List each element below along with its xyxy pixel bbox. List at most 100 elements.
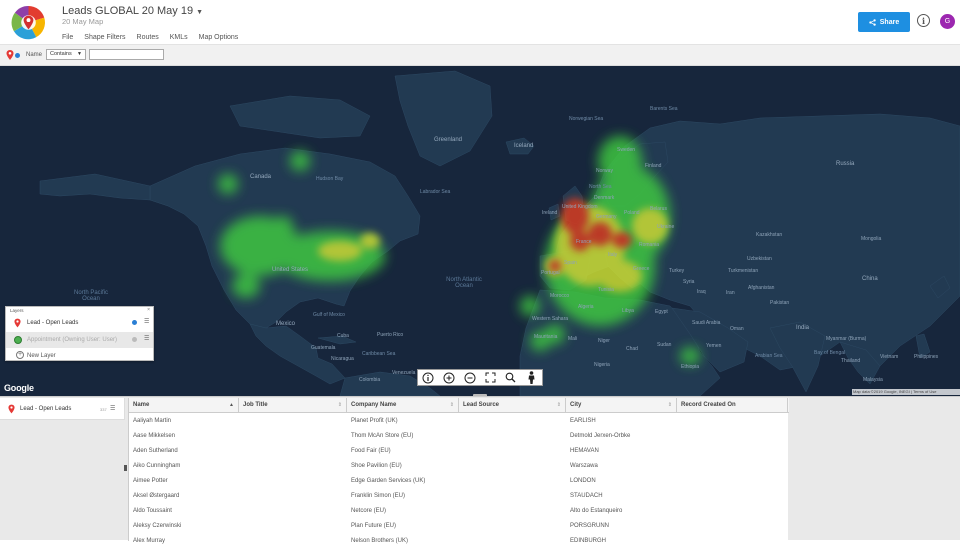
fullscreen-icon[interactable]: [484, 371, 497, 384]
table-row[interactable]: Aase Mikkelsen Thom McAn Store (EU) Detmol…: [129, 429, 789, 444]
map-label-venezuela: Venezuela: [392, 370, 416, 376]
sort-icon[interactable]: ⇕: [450, 398, 454, 413]
map-label-algeria: Algeria: [578, 304, 594, 310]
map-pin-icon[interactable]: [6, 50, 14, 60]
cell-lead-source: [459, 489, 566, 504]
column-header-city[interactable]: City ⇕: [566, 398, 677, 413]
map-label-greenland: Greenland: [434, 137, 463, 143]
cell-lead-source: [459, 414, 566, 429]
new-layer-button[interactable]: + New Layer: [6, 348, 153, 364]
column-header-job-title[interactable]: Job Title ⇕: [239, 398, 347, 413]
table-row[interactable]: Aleksy Czerwinski Plan Future (EU) PORSGRU…: [129, 519, 789, 534]
map-label-norway: Norway: [596, 168, 613, 174]
filter-value-input[interactable]: [89, 49, 164, 60]
table-row[interactable]: Aiko Cunningham Shoe Pavilion (EU) Warszaw…: [129, 459, 789, 474]
map-label-arabian-sea: Arabian Sea: [755, 353, 783, 359]
menu-map-options[interactable]: Map Options: [199, 34, 239, 41]
map-label-morocco: Morocco: [550, 293, 570, 299]
sort-icon[interactable]: ⇕: [338, 398, 342, 413]
layer-visibility-toggle[interactable]: [132, 337, 137, 342]
map-label-turkey: Turkey: [669, 268, 685, 274]
google-logo: Google: [4, 383, 34, 393]
map-label-cuba: Cuba: [337, 333, 349, 339]
avatar[interactable]: G: [940, 14, 955, 29]
hamburger-menu-icon[interactable]: ☰: [144, 335, 149, 342]
sort-icon[interactable]: ⇕: [668, 398, 672, 413]
column-header-company-name[interactable]: Company Name ⇕: [347, 398, 459, 413]
cell-lead-source: [459, 444, 566, 459]
zoom-in-icon[interactable]: [442, 371, 455, 384]
map-label-puerto-rico: Puerto Rico: [377, 332, 404, 338]
hamburger-menu-icon[interactable]: ☰: [110, 405, 115, 412]
map-label-bay-of-bengal: Bay of Bengal: [814, 350, 846, 356]
column-header-record-created-on[interactable]: Record Created On: [677, 398, 788, 413]
map-label-poland: Poland: [624, 210, 640, 216]
map-attribution[interactable]: Map data ©2019 Google, INEGI | Terms of …: [852, 389, 960, 395]
search-icon[interactable]: [504, 371, 517, 384]
map-label-denmark: Denmark: [594, 195, 615, 201]
app-logo-icon[interactable]: [11, 5, 46, 40]
map-label-thailand: Thailand: [841, 358, 861, 364]
menu-routes[interactable]: Routes: [137, 34, 159, 41]
layer-label: Lead - Open Leads: [27, 320, 79, 326]
map-label-yemen: Yemen: [706, 343, 722, 349]
title-dropdown-icon[interactable]: ▼: [196, 9, 203, 16]
cell-record-created-on: [677, 444, 788, 459]
cell-name: Aksel Østergaard: [133, 493, 180, 499]
table-row[interactable]: Aden Sutherland Food Fair (EU) HEMAVAN: [129, 444, 789, 459]
table-layer-tab[interactable]: Lead - Open Leads 337 ☰: [0, 398, 125, 420]
info-icon[interactable]: [422, 371, 435, 384]
cell-city: Detmold Jerxen-Orbke: [570, 433, 631, 439]
hamburger-menu-icon[interactable]: ☰: [144, 318, 149, 325]
cell-company-name: Plan Future (EU): [351, 523, 397, 529]
map-canvas[interactable]: Canada Greenland Iceland Sweden Finland …: [0, 66, 960, 396]
sort-asc-icon[interactable]: ▲: [229, 398, 234, 413]
map-label-finland: Finland: [645, 163, 662, 169]
map-label-north-atlantic-ocean: North Atlantic Ocean: [446, 277, 482, 289]
cell-lead-source: [459, 504, 566, 519]
map-label-gulf-of-mexico: Gulf of Mexico: [313, 312, 345, 318]
map-label-china: China: [862, 276, 878, 282]
cell-job-title: [239, 519, 347, 534]
cell-lead-source: [459, 474, 566, 489]
info-icon[interactable]: i: [917, 14, 930, 27]
document-title[interactable]: Leads GLOBAL 20 May 19 ▼: [62, 5, 203, 17]
cell-company-name: Thom McAn Store (EU): [351, 433, 414, 439]
column-header-name[interactable]: Name ▲: [129, 398, 239, 413]
cell-company-name: Franklin Simon (EU): [351, 493, 406, 499]
close-icon[interactable]: ×: [147, 307, 150, 313]
collapse-handle[interactable]: [124, 465, 127, 471]
map-label-romania: Romania: [639, 242, 660, 248]
menu-shape-filters[interactable]: Shape Filters: [84, 34, 125, 41]
new-layer-label: New Layer: [27, 353, 56, 359]
menu-kmls[interactable]: KMLs: [170, 34, 188, 41]
map-label-ethiopia: Ethiopia: [681, 364, 700, 370]
cell-job-title: [239, 444, 347, 459]
map-label-united-states: United States: [272, 267, 309, 273]
table-row[interactable]: Alex Murray Nelson Brothers (UK) EDINBURGH: [129, 534, 789, 549]
column-header-lead-source[interactable]: Lead Source ⇕: [459, 398, 566, 413]
layer-visibility-toggle[interactable]: [132, 320, 137, 325]
cell-city: HEMAVAN: [570, 448, 599, 454]
cell-lead-source: [459, 429, 566, 444]
map-label-colombia: Colombia: [359, 377, 381, 383]
map-label-tunisia: Tunisia: [598, 287, 614, 293]
table-row[interactable]: Aksel Østergaard Franklin Simon (EU) STAUD…: [129, 489, 789, 504]
table-row[interactable]: Aldo Toussaint Netcore (EU) Alto do Estanq…: [129, 504, 789, 519]
street-view-icon[interactable]: [525, 371, 538, 384]
map-label-portugal: Portugal: [541, 270, 560, 276]
table-row[interactable]: Aimee Potter Edge Garden Services (UK) LON…: [129, 474, 789, 489]
data-table: Name ▲ Job Title ⇕ Company Name ⇕ Lead Sour…: [128, 398, 789, 544]
map-label-mexico: Mexico: [276, 321, 296, 327]
layer-item-open-leads[interactable]: Lead - Open Leads ☰: [6, 315, 153, 331]
map-label-spain: Spain: [564, 260, 577, 266]
table-row[interactable]: Aaliyah Martin Planet Profit (UK) EARLISH: [129, 414, 789, 429]
share-button[interactable]: Share: [858, 12, 910, 32]
zoom-out-icon[interactable]: [463, 371, 476, 384]
map-label-western-sahara: Western Sahara: [532, 316, 569, 322]
filter-operator-select[interactable]: Contains ▼: [46, 49, 86, 60]
sort-icon[interactable]: ⇕: [557, 398, 561, 413]
map-label-pakistan: Pakistan: [770, 300, 790, 306]
layer-item-appointment[interactable]: Appointment (Owning User: User) ☰: [6, 332, 153, 348]
menu-file[interactable]: File: [62, 34, 73, 41]
